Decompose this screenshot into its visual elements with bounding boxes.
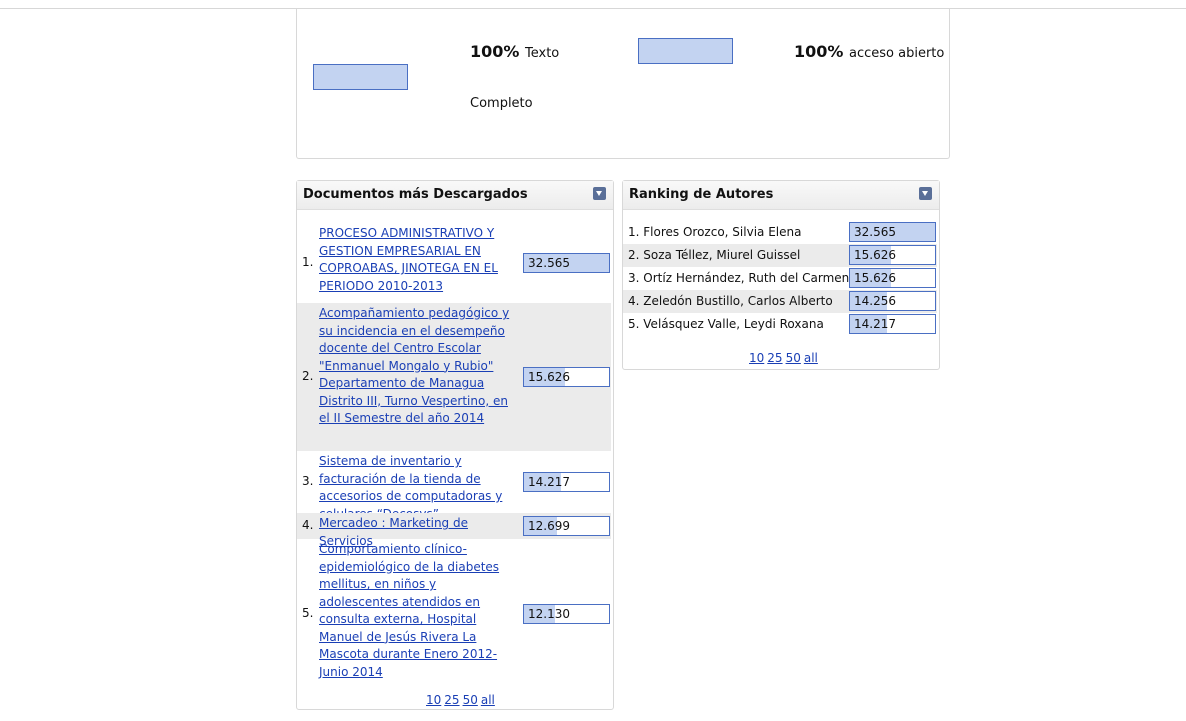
pager-10[interactable]: 10: [749, 351, 764, 365]
downloads-pager: 10 25 50 all: [426, 693, 498, 707]
author-count: 32.565: [849, 222, 936, 242]
count-value: 15.626: [528, 370, 570, 384]
author-count: 14.256: [849, 291, 936, 311]
author-row: 3. Ortíz Hernández, Ruth del Carmen 15.62…: [623, 267, 937, 290]
list-item: 4. Mercadeo : Marketing de Servicios 12.69…: [297, 513, 611, 548]
count-value: 14.217: [854, 317, 896, 331]
author-row: 1. Flores Orozco, Silvia Elena 32.565: [623, 221, 937, 244]
author-name: 2. Soza Téllez, Miurel Guissel: [628, 248, 800, 262]
full-text-label: Completo: [470, 96, 533, 111]
authors-header: Ranking de Autores: [623, 181, 939, 210]
downloads-panel: Documentos más Descargados 1. PROCESO ADM…: [296, 180, 614, 710]
rank-number: 5.: [628, 317, 640, 331]
document-link[interactable]: PROCESO ADMINISTRATIVO Y GESTION EMPRESA…: [319, 225, 519, 295]
count-value: 12.699: [528, 519, 570, 533]
rank-number: 1.: [628, 225, 640, 239]
authors-pager: 10 25 50 all: [749, 351, 821, 365]
downloads-header: Documentos más Descargados: [297, 181, 613, 210]
author-label: Ortíz Hernández, Ruth del Carmen: [643, 271, 850, 285]
pager-10[interactable]: 10: [426, 693, 441, 707]
download-count: 12.130: [523, 604, 610, 624]
download-count: 15.626: [523, 367, 610, 387]
author-label: Flores Orozco, Silvia Elena: [643, 225, 802, 239]
author-row: 5. Velásquez Valle, Leydi Roxana 14.217: [623, 313, 937, 336]
pager-50[interactable]: 50: [463, 693, 478, 707]
list-item: 1. PROCESO ADMINISTRATIVO Y GESTION EMPRE…: [297, 223, 611, 303]
author-name: 5. Velásquez Valle, Leydi Roxana: [628, 317, 824, 331]
count-value: 32.565: [528, 256, 570, 270]
author-label: Zeledón Bustillo, Carlos Alberto: [643, 294, 833, 308]
rank-number: 5.: [302, 606, 314, 620]
author-label: Soza Téllez, Miurel Guissel: [643, 248, 801, 262]
count-value: 14.256: [854, 294, 896, 308]
author-name: 3. Ortíz Hernández, Ruth del Carmen: [628, 271, 849, 285]
stats-panel: 100% Texto Completo 100% acceso abierto: [296, 8, 950, 159]
document-link[interactable]: Acompañamiento pedagógico y su incidenci…: [319, 305, 519, 428]
open-access-percent: 100% acceso abierto: [794, 42, 945, 61]
author-name: 4. Zeledón Bustillo, Carlos Alberto: [628, 294, 833, 308]
rank-number: 3.: [302, 474, 314, 488]
rank-number: 4.: [302, 518, 314, 532]
pager-50[interactable]: 50: [786, 351, 801, 365]
pager-all[interactable]: all: [481, 693, 495, 707]
author-count: 14.217: [849, 314, 936, 334]
open-access-bar: [638, 38, 733, 64]
rank-number: 4.: [628, 294, 640, 308]
pager-25[interactable]: 25: [767, 351, 782, 365]
count-value: 14.217: [528, 475, 570, 489]
pager-25[interactable]: 25: [444, 693, 459, 707]
rank-number: 2.: [628, 248, 640, 262]
author-name: 1. Flores Orozco, Silvia Elena: [628, 225, 801, 239]
full-text-bar: [313, 64, 408, 90]
count-value: 15.626: [854, 271, 896, 285]
download-count: 12.699: [523, 516, 610, 536]
pager-all[interactable]: all: [804, 351, 818, 365]
author-count: 15.626: [849, 245, 936, 265]
rank-number: 3.: [628, 271, 640, 285]
rank-number: 1.: [302, 255, 314, 269]
authors-panel: Ranking de Autores 1. Flores Orozco, Sil…: [622, 180, 940, 370]
author-row: 4. Zeledón Bustillo, Carlos Alberto 14.25…: [623, 290, 937, 313]
list-item: 3. Sistema de inventario y facturación de…: [297, 451, 611, 521]
count-value: 15.626: [854, 248, 896, 262]
author-count: 15.626: [849, 268, 936, 288]
author-row: 2. Soza Téllez, Miurel Guissel 15.626: [623, 244, 937, 267]
rank-number: 2.: [302, 369, 314, 383]
collapse-icon[interactable]: [593, 187, 606, 200]
document-link[interactable]: Comportamiento clínico-epidemiológico de…: [319, 541, 519, 681]
list-item: 2. Acompañamiento pedagógico y su inciden…: [297, 303, 611, 451]
download-count: 14.217: [523, 472, 610, 492]
author-label: Velásquez Valle, Leydi Roxana: [643, 317, 824, 331]
list-item: 5. Comportamiento clínico-epidemiológico …: [297, 539, 611, 689]
collapse-icon[interactable]: [919, 187, 932, 200]
count-value: 32.565: [854, 225, 896, 239]
full-text-percent: 100% Texto: [470, 42, 560, 61]
downloads-title: Documentos más Descargados: [303, 187, 528, 202]
authors-title: Ranking de Autores: [629, 187, 774, 202]
count-value: 12.130: [528, 607, 570, 621]
download-count: 32.565: [523, 253, 610, 273]
